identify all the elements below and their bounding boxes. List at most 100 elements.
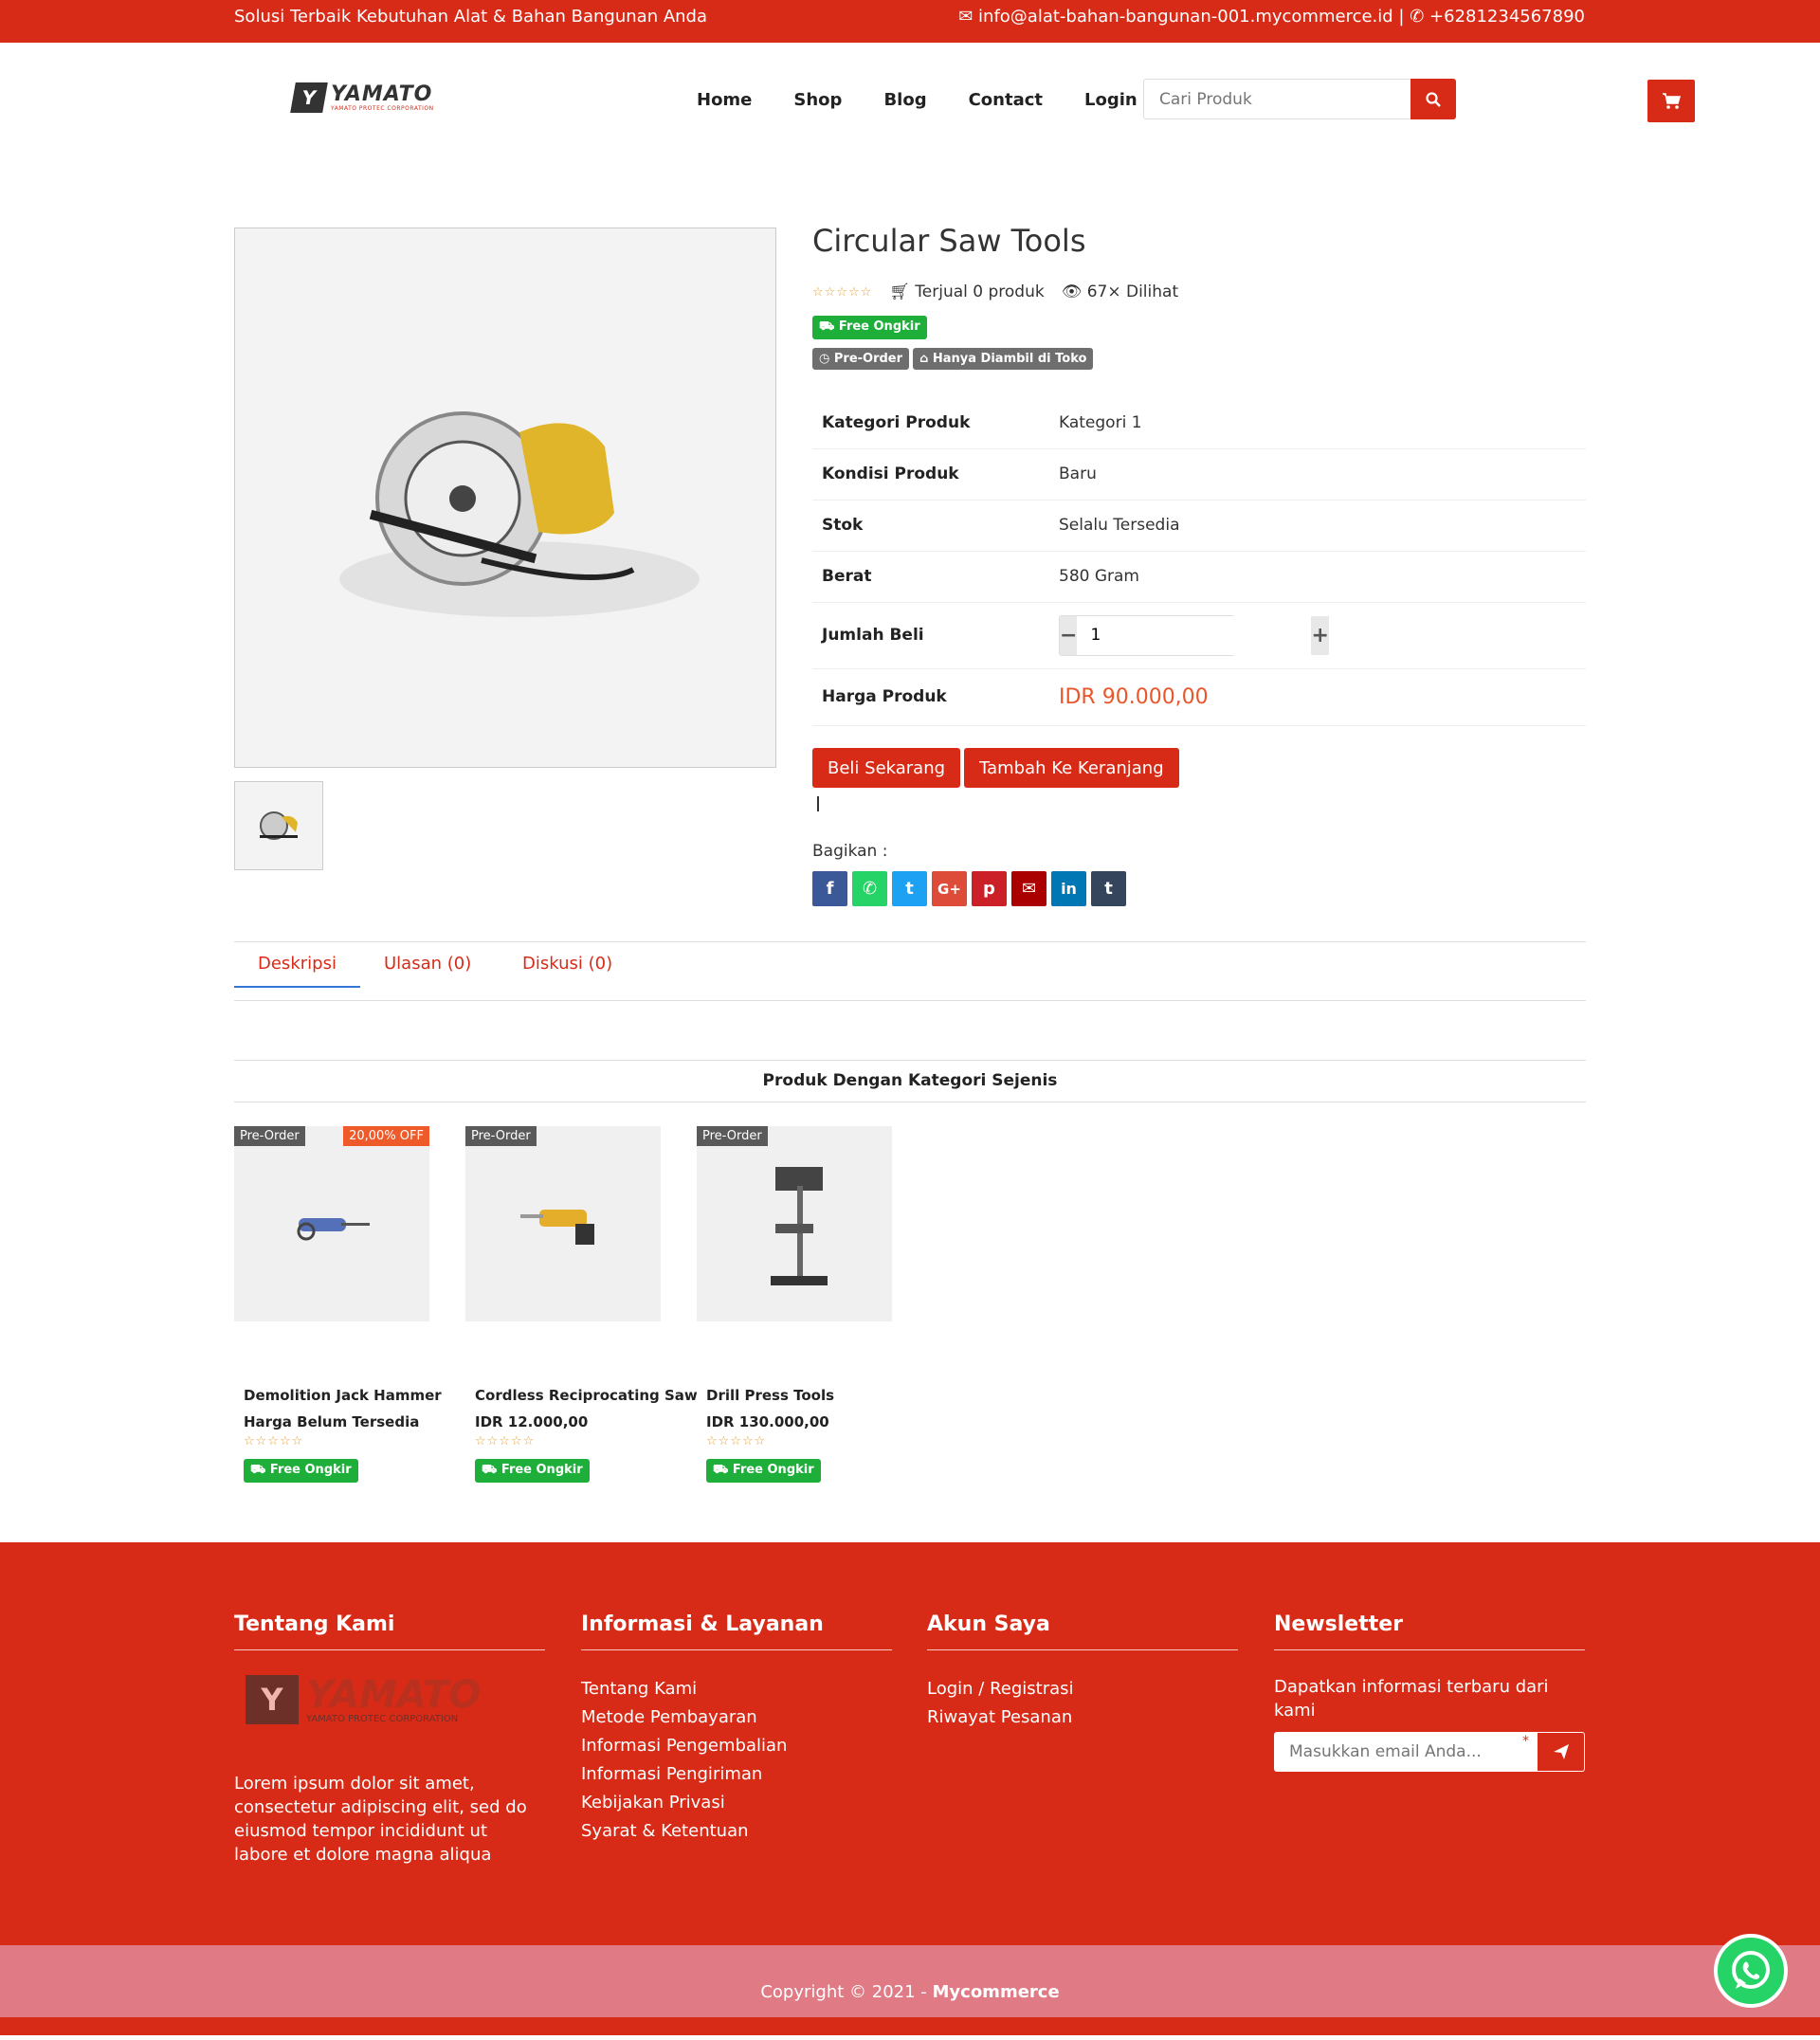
qty-minus-button[interactable]: − — [1060, 615, 1078, 655]
product-meta: ☆☆☆☆☆ 🛒︎ Terjual 0 produk 👁︎ 67× Dilihat — [812, 282, 1178, 301]
product-price: Harga Belum Tersedia — [244, 1413, 420, 1430]
product-name[interactable]: Demolition Jack Hammer — [244, 1387, 442, 1404]
copyright-text: Copyright © 2021 - — [760, 1982, 933, 2002]
whatsapp-float-button[interactable] — [1714, 1934, 1788, 2008]
quantity-stepper: − + — [1059, 614, 1329, 656]
product-image[interactable]: Pre-Order — [465, 1126, 661, 1321]
add-to-cart-button[interactable]: Tambah Ke Keranjang — [964, 748, 1179, 788]
copyright-bar: Copyright © 2021 - Mycommerce — [0, 1945, 1820, 2017]
rating-stars: ☆☆☆☆☆ — [244, 1434, 304, 1448]
search-box — [1143, 79, 1456, 119]
sold-count: 🛒︎ Terjual 0 produk — [889, 282, 1045, 301]
rating-stars: ☆☆☆☆☆ — [812, 284, 873, 300]
cart-icon: 🛒︎ — [889, 282, 910, 301]
bottom-strip — [0, 2017, 1820, 2035]
buy-now-button[interactable]: Beli Sekarang — [812, 748, 961, 788]
logo-mark-icon: Y — [290, 82, 328, 113]
contact-info: ✉ info@alat-bahan-bangunan-001.mycommerc… — [958, 7, 1585, 27]
product-price: IDR 12.000,00 — [475, 1413, 589, 1430]
product-thumbnail[interactable] — [234, 781, 323, 870]
footer-heading: Tentang Kami — [234, 1612, 545, 1650]
email-icon[interactable]: ✉ — [1011, 871, 1046, 906]
circular-saw-image — [339, 411, 700, 617]
newsletter-submit-button[interactable] — [1538, 1732, 1585, 1772]
pinterest-icon[interactable]: p — [972, 871, 1007, 906]
facebook-icon[interactable]: f — [812, 871, 847, 906]
phone-link[interactable]: +6281234567890 — [1429, 7, 1585, 27]
footer-link[interactable]: Riwayat Pesanan — [927, 1703, 1238, 1732]
jack-hammer-image — [297, 1218, 370, 1241]
product-price: IDR 130.000,00 — [706, 1413, 829, 1430]
preorder-tag: Pre-Order — [697, 1126, 768, 1146]
nav-shop[interactable]: Shop — [793, 90, 842, 110]
footer-heading: Newsletter — [1274, 1612, 1585, 1650]
nav-home[interactable]: Home — [697, 90, 752, 110]
eye-icon: 👁︎ — [1061, 282, 1083, 301]
product-name[interactable]: Drill Press Tools — [706, 1387, 834, 1404]
product-card[interactable]: Pre-Order Drill Press Tools IDR 130.000,… — [697, 1126, 892, 1483]
footer-account: Akun Saya Login / Registrasi Riwayat Pes… — [927, 1612, 1238, 1732]
rating-stars: ☆☆☆☆☆ — [475, 1434, 536, 1448]
twitter-icon[interactable]: t — [892, 871, 927, 906]
free-shipping-badge: ⛟ Free Ongkir — [475, 1459, 590, 1483]
rating-stars: ☆☆☆☆☆ — [706, 1434, 767, 1448]
nav-blog[interactable]: Blog — [883, 90, 926, 110]
footer-link[interactable]: Informasi Pengembalian — [581, 1732, 892, 1760]
share-label: Bagikan : — [812, 842, 888, 861]
header: Y YAMATO YAMATO PROTEC CORPORATION Home … — [0, 43, 1820, 156]
tumblr-icon[interactable]: t — [1091, 871, 1126, 906]
free-shipping-badge: ⛟ Free Ongkir — [244, 1459, 358, 1483]
mail-icon: ✉ — [958, 7, 974, 27]
product-card[interactable]: Pre-Order 20,00% OFF Demolition Jack Ham… — [234, 1126, 442, 1483]
circular-saw-thumb — [260, 811, 298, 840]
linkedin-icon[interactable]: in — [1051, 871, 1086, 906]
cart-icon — [1663, 92, 1681, 109]
product-card[interactable]: Pre-Order Cordless Reciprocating Saw IDR… — [465, 1126, 698, 1483]
nav-login[interactable]: Login — [1084, 90, 1138, 110]
tab-ulasan[interactable]: Ulasan (0) — [384, 954, 471, 988]
footer-newsletter: Newsletter Dapatkan informasi terbaru da… — [1274, 1612, 1585, 1772]
footer-link[interactable]: Login / Registrasi — [927, 1675, 1238, 1703]
search-input[interactable] — [1144, 80, 1410, 118]
cart-button[interactable] — [1647, 80, 1695, 122]
tab-deskripsi[interactable]: Deskripsi — [234, 954, 360, 988]
qty-input[interactable] — [1077, 615, 1312, 655]
whatsapp-icon[interactable]: ✆ — [852, 871, 887, 906]
main-nav: Home Shop Blog Contact Login — [697, 90, 1138, 110]
footer-logo: Y YAMATO YAMATO PROTEC CORPORATION — [246, 1675, 534, 1724]
drill-press-image — [771, 1167, 828, 1285]
product-image[interactable]: Pre-Order — [697, 1126, 892, 1321]
google-plus-icon[interactable]: G+ — [932, 871, 967, 906]
site-logo[interactable]: Y YAMATO YAMATO PROTEC CORPORATION — [290, 82, 434, 113]
footer-info: Informasi & Layanan Tentang Kami Metode … — [581, 1612, 892, 1846]
nav-contact[interactable]: Contact — [969, 90, 1043, 110]
brand-link[interactable]: Mycommerce — [933, 1982, 1060, 2002]
phone-icon: ✆ — [1410, 7, 1425, 27]
product-name[interactable]: Cordless Reciprocating Saw — [475, 1387, 698, 1404]
qty-plus-button[interactable]: + — [1311, 615, 1329, 655]
email-link[interactable]: info@alat-bahan-bangunan-001.mycommerce.… — [978, 7, 1393, 27]
product-image[interactable]: Pre-Order 20,00% OFF — [234, 1126, 429, 1321]
reciprocating-saw-image — [520, 1210, 594, 1245]
search-button[interactable] — [1410, 79, 1456, 119]
newsletter-form: * — [1274, 1732, 1585, 1772]
footer-link[interactable]: Tentang Kami — [581, 1675, 892, 1703]
spec-label: Stok — [812, 500, 1049, 552]
related-heading: Produk Dengan Kategori Sejenis — [234, 1060, 1586, 1102]
whatsapp-icon — [1732, 1951, 1770, 1989]
footer-link[interactable]: Metode Pembayaran — [581, 1703, 892, 1732]
required-mark: * — [1522, 1734, 1529, 1749]
tab-diskusi[interactable]: Diskusi (0) — [522, 954, 612, 988]
spec-value: Kategori 1 — [1049, 397, 1586, 449]
price-label: Harga Produk — [812, 668, 1049, 726]
discount-tag: 20,00% OFF — [343, 1126, 429, 1146]
footer-link[interactable]: Kebijakan Privasi — [581, 1789, 892, 1817]
newsletter-email-input[interactable] — [1274, 1732, 1538, 1772]
share-buttons: f ✆ t G+ p ✉ in t — [812, 871, 1126, 906]
product-main-image[interactable] — [234, 228, 776, 768]
footer-link[interactable]: Informasi Pengiriman — [581, 1760, 892, 1789]
spec-value: Selalu Tersedia — [1049, 500, 1586, 552]
logo-mark-icon: Y — [246, 1675, 299, 1724]
newsletter-text: Dapatkan informasi terbaru dari kami — [1274, 1677, 1549, 1721]
footer-link[interactable]: Syarat & Ketentuan — [581, 1817, 892, 1846]
